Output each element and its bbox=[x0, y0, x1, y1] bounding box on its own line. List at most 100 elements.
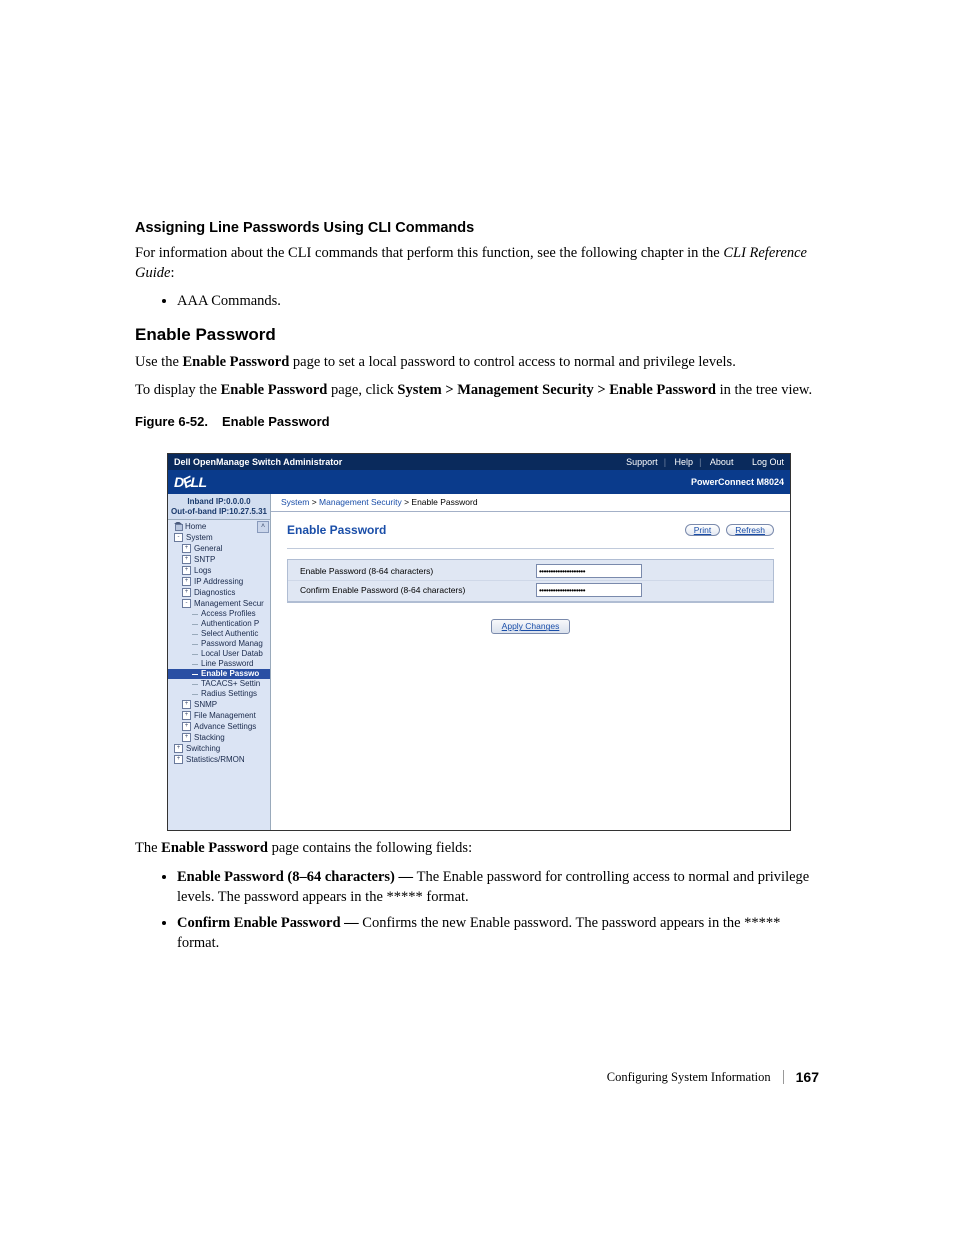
text: Use the bbox=[135, 354, 183, 370]
tree-stacking[interactable]: +Stacking bbox=[168, 732, 270, 743]
text-bold: System > Management Security > Enable Pa… bbox=[397, 382, 716, 398]
collapse-icon[interactable]: - bbox=[174, 533, 183, 542]
divider bbox=[783, 1070, 784, 1084]
tree-line-password[interactable]: Line Password bbox=[168, 659, 270, 669]
paragraph: The Enable Password page contains the fo… bbox=[135, 839, 819, 859]
tree-ipaddressing[interactable]: +IP Addressing bbox=[168, 576, 270, 587]
refresh-button[interactable]: Refresh bbox=[726, 524, 774, 537]
footer-section: Configuring System Information bbox=[607, 1070, 771, 1085]
page-footer: Configuring System Information 167 bbox=[607, 1069, 819, 1085]
page-number: 167 bbox=[796, 1069, 819, 1085]
tree-local-user[interactable]: Local User Datab bbox=[168, 649, 270, 659]
tree-snmp[interactable]: +SNMP bbox=[168, 699, 270, 710]
tree-diagnostics[interactable]: +Diagnostics bbox=[168, 587, 270, 598]
tree-general[interactable]: +General bbox=[168, 543, 270, 554]
figure-caption: Figure 6-52. Enable Password bbox=[135, 414, 819, 429]
tree-radius[interactable]: Radius Settings bbox=[168, 689, 270, 699]
crumb-mgmt-security[interactable]: Management Security bbox=[319, 497, 402, 507]
text: page to set a local password to control … bbox=[289, 354, 736, 370]
screenshot-enable-password: Dell OpenManage Switch Administrator Sup… bbox=[167, 453, 791, 831]
text: page, click bbox=[327, 382, 397, 398]
text-bold: Confirm Enable Password — bbox=[177, 915, 362, 931]
tree-tacacs[interactable]: TACACS+ Settin bbox=[168, 679, 270, 689]
banner: DELL PowerConnect M8024 bbox=[168, 470, 790, 494]
expand-icon[interactable]: + bbox=[182, 544, 191, 553]
expand-icon[interactable]: + bbox=[182, 555, 191, 564]
print-button[interactable]: Print bbox=[685, 524, 720, 537]
expand-icon[interactable]: + bbox=[182, 577, 191, 586]
link-support[interactable]: Support bbox=[626, 457, 658, 467]
figure-number: Figure 6-52. bbox=[135, 414, 208, 429]
text-bold: Enable Password bbox=[221, 382, 328, 398]
tree-switching[interactable]: +Switching bbox=[168, 743, 270, 754]
heading-enable-password: Enable Password bbox=[135, 325, 819, 345]
tree-mgmt-security[interactable]: -Management Secur bbox=[168, 598, 270, 609]
model-label: PowerConnect M8024 bbox=[691, 478, 784, 487]
expand-icon[interactable]: + bbox=[182, 722, 191, 731]
text-bold: Enable Password (8–64 characters) — bbox=[177, 869, 417, 885]
link-help[interactable]: Help bbox=[675, 457, 694, 467]
text: For information about the CLI commands t… bbox=[135, 245, 723, 261]
label-confirm-password: Confirm Enable Password (8-64 characters… bbox=[300, 586, 536, 595]
inband-ip: Inband IP:0.0.0.0 bbox=[170, 497, 268, 507]
tree-enable-password[interactable]: Enable Passwo bbox=[168, 669, 270, 679]
expand-icon[interactable]: + bbox=[174, 755, 183, 764]
breadcrumb: System > Management Security > Enable Pa… bbox=[271, 494, 790, 512]
crumb-system[interactable]: System bbox=[281, 497, 309, 507]
text-bold: Enable Password bbox=[183, 354, 290, 370]
tree-system[interactable]: -System bbox=[168, 532, 270, 543]
tree-password-mgmt[interactable]: Password Manag bbox=[168, 639, 270, 649]
crumb-current: Enable Password bbox=[411, 497, 477, 507]
apply-changes-button[interactable]: Apply Changes bbox=[491, 619, 571, 634]
tree-advance-settings[interactable]: +Advance Settings bbox=[168, 721, 270, 732]
form-row: Confirm Enable Password (8-64 characters… bbox=[288, 580, 773, 599]
input-enable-password[interactable] bbox=[536, 564, 642, 578]
bullet-list: AAA Commands. bbox=[135, 291, 819, 311]
text: page contains the following fields: bbox=[268, 840, 472, 856]
tree-statistics[interactable]: +Statistics/RMON bbox=[168, 754, 270, 765]
paragraph: Use the Enable Password page to set a lo… bbox=[135, 353, 819, 373]
text: in the tree view. bbox=[716, 382, 812, 398]
oob-ip: Out-of-band IP:10.27.5.31 bbox=[170, 507, 268, 517]
bullet-item: Enable Password (8–64 characters) — The … bbox=[177, 867, 819, 907]
collapse-icon[interactable]: - bbox=[182, 599, 191, 608]
nav-tree: ˄ Home -System +General +SNTP +Logs +IP … bbox=[168, 520, 270, 830]
tree-auth-profiles[interactable]: Authentication P bbox=[168, 619, 270, 629]
text: To display the bbox=[135, 382, 221, 398]
tree-logs[interactable]: +Logs bbox=[168, 565, 270, 576]
tree-home[interactable]: Home bbox=[168, 522, 270, 532]
figure-title: Enable Password bbox=[222, 414, 330, 429]
label-enable-password: Enable Password (8-64 characters) bbox=[300, 567, 536, 576]
bullet-list: Enable Password (8–64 characters) — The … bbox=[135, 867, 819, 953]
tree-sntp[interactable]: +SNTP bbox=[168, 554, 270, 565]
page-title: Enable Password bbox=[287, 524, 679, 536]
home-icon bbox=[174, 524, 182, 530]
link-about[interactable]: About bbox=[710, 457, 734, 467]
sidebar: Inband IP:0.0.0.0 Out-of-band IP:10.27.5… bbox=[168, 494, 271, 830]
text-bold: Enable Password bbox=[161, 840, 268, 856]
expand-icon[interactable]: + bbox=[174, 744, 183, 753]
text: : bbox=[170, 265, 174, 281]
link-logout[interactable]: Log Out bbox=[752, 457, 784, 467]
window-titlebar: Dell OpenManage Switch Administrator Sup… bbox=[168, 454, 790, 470]
expand-icon[interactable]: + bbox=[182, 733, 191, 742]
expand-icon[interactable]: + bbox=[182, 588, 191, 597]
bullet-item: Confirm Enable Password — Confirms the n… bbox=[177, 913, 819, 953]
subheading-assigning: Assigning Line Passwords Using CLI Comma… bbox=[135, 220, 819, 236]
tree-select-auth[interactable]: Select Authentic bbox=[168, 629, 270, 639]
form: Enable Password (8-64 characters) Confir… bbox=[287, 559, 774, 603]
text: The bbox=[135, 840, 161, 856]
scroll-up-icon[interactable]: ˄ bbox=[257, 521, 269, 533]
expand-icon[interactable]: + bbox=[182, 700, 191, 709]
form-row: Enable Password (8-64 characters) bbox=[288, 562, 773, 580]
main-pane: System > Management Security > Enable Pa… bbox=[271, 494, 790, 830]
ip-info: Inband IP:0.0.0.0 Out-of-band IP:10.27.5… bbox=[168, 494, 270, 520]
window-title: Dell OpenManage Switch Administrator bbox=[174, 458, 616, 467]
paragraph: To display the Enable Password page, cli… bbox=[135, 381, 819, 401]
paragraph: For information about the CLI commands t… bbox=[135, 244, 819, 283]
tree-access-profiles[interactable]: Access Profiles bbox=[168, 609, 270, 619]
expand-icon[interactable]: + bbox=[182, 711, 191, 720]
expand-icon[interactable]: + bbox=[182, 566, 191, 575]
tree-file-mgmt[interactable]: +File Management bbox=[168, 710, 270, 721]
input-confirm-password[interactable] bbox=[536, 583, 642, 597]
